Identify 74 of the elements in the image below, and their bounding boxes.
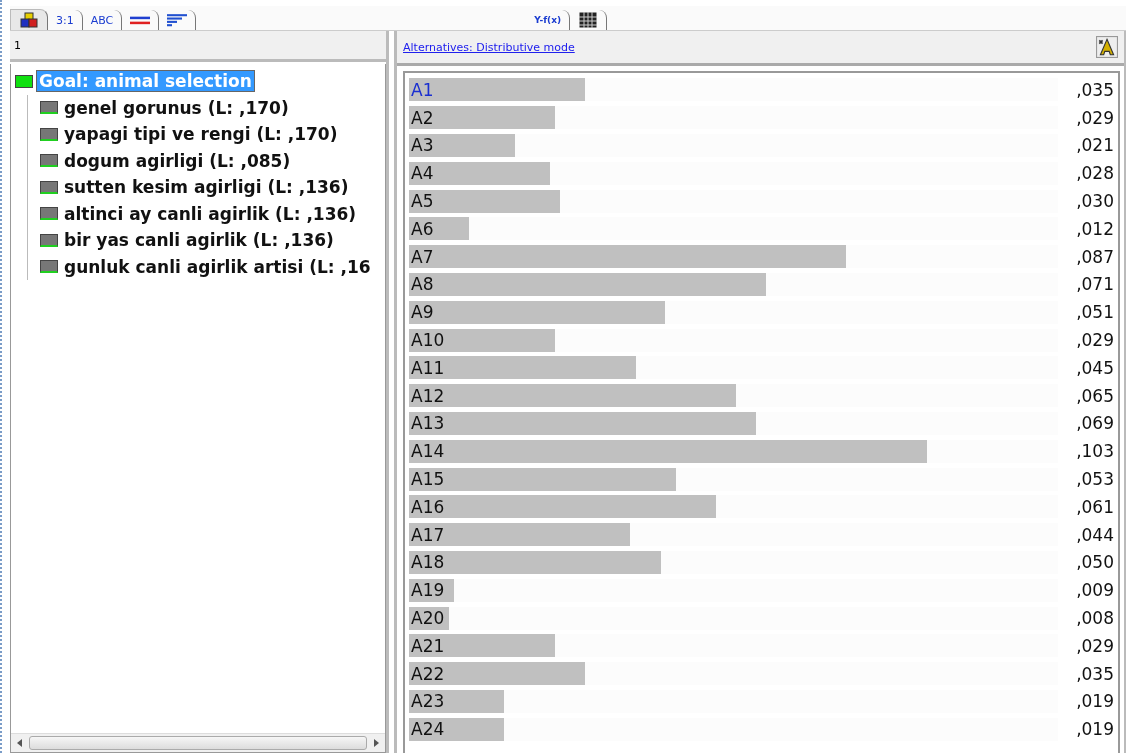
- node-icon: [40, 207, 58, 221]
- node-icon: [40, 101, 58, 115]
- alternative-label[interactable]: A19: [409, 580, 445, 601]
- alternative-label[interactable]: A17: [409, 524, 445, 545]
- alternative-label[interactable]: A2: [409, 107, 434, 128]
- alternative-value: ,012: [1075, 218, 1114, 239]
- mode-link[interactable]: Alternatives: Distributive mode: [403, 40, 575, 54]
- alternative-value: ,044: [1075, 524, 1114, 545]
- horizontal-scrollbar[interactable]: [11, 733, 385, 752]
- alternative-value: ,069: [1075, 413, 1114, 434]
- alternative-label[interactable]: A11: [409, 357, 445, 378]
- tree-node[interactable]: bir yas canli agirlik (L: ,136): [62, 230, 336, 251]
- node-icon: [40, 154, 58, 168]
- scroll-left-icon[interactable]: [17, 739, 23, 747]
- toolbar-icon[interactable]: [1096, 36, 1118, 58]
- alternative-label[interactable]: A7: [409, 246, 434, 267]
- tree-node[interactable]: altinci ay canli agirlik (L: ,136): [62, 203, 359, 224]
- alternative-label[interactable]: A12: [409, 385, 445, 406]
- alternative-label[interactable]: A23: [409, 691, 445, 712]
- table-icon: [578, 12, 599, 28]
- alternative-label[interactable]: A21: [409, 635, 445, 656]
- alternative-label[interactable]: A3: [409, 135, 434, 156]
- alternative-value: ,035: [1075, 663, 1114, 684]
- alternative-label[interactable]: A5: [409, 191, 434, 212]
- node-icon: [40, 233, 58, 247]
- tree-node[interactable]: genel gorunus (L: ,170): [62, 97, 291, 118]
- alternative-value: ,030: [1075, 191, 1114, 212]
- alternative-label[interactable]: A8: [409, 274, 434, 295]
- node-icon: [15, 74, 33, 88]
- alternative-label[interactable]: A6: [409, 218, 434, 239]
- alternative-value: ,008: [1075, 608, 1114, 629]
- tree-node[interactable]: gunluk canli agirlik artisi (L: ,16: [62, 256, 373, 277]
- alternative-label[interactable]: A16: [409, 496, 445, 517]
- node-icon: [40, 127, 58, 141]
- tree-node[interactable]: sutten kesim agirligi (L: ,136): [62, 177, 351, 198]
- alternative-label[interactable]: A20: [409, 608, 445, 629]
- alternative-label[interactable]: A4: [409, 163, 434, 184]
- alternative-value: ,051: [1075, 302, 1114, 323]
- alternative-value: ,050: [1075, 552, 1114, 573]
- alternative-label[interactable]: A22: [409, 663, 445, 684]
- scroll-right-icon[interactable]: [373, 739, 379, 747]
- alternative-label[interactable]: A13: [409, 413, 445, 434]
- scroll-thumb[interactable]: [29, 736, 367, 750]
- alternative-label[interactable]: A24: [409, 719, 445, 740]
- alternative-label[interactable]: A10: [409, 330, 445, 351]
- alternative-label[interactable]: A14: [409, 441, 445, 462]
- alternative-value: ,029: [1075, 330, 1114, 351]
- alternative-value: ,028: [1075, 163, 1114, 184]
- tab[interactable]: [10, 9, 48, 30]
- alternative-value: ,035: [1075, 79, 1114, 100]
- node-icon: [40, 180, 58, 194]
- alternative-label[interactable]: A15: [409, 469, 445, 490]
- alternative-value: ,065: [1075, 385, 1114, 406]
- alternative-value: ,029: [1075, 107, 1114, 128]
- alternative-label[interactable]: A18: [409, 552, 445, 573]
- node-icon: [40, 260, 58, 274]
- alternative-value: ,087: [1075, 246, 1114, 267]
- alternative-value: ,103: [1075, 441, 1114, 462]
- alternative-label[interactable]: A9: [409, 302, 434, 323]
- alternative-value: ,019: [1075, 691, 1114, 712]
- panel-header: 1: [14, 38, 21, 52]
- tree-node[interactable]: dogum agirligi (L: ,085): [62, 150, 293, 171]
- tree-node[interactable]: yapagi tipi ve rengi (L: ,170): [62, 124, 340, 145]
- cubes-icon: [19, 12, 39, 28]
- alternative-value: ,061: [1075, 496, 1114, 517]
- alternative-value: ,019: [1075, 719, 1114, 740]
- alternative-label[interactable]: A1: [409, 79, 434, 100]
- alternative-value: ,021: [1075, 135, 1114, 156]
- alternative-value: ,029: [1075, 635, 1114, 656]
- alternative-value: ,045: [1075, 357, 1114, 378]
- bars-icon: [167, 12, 188, 28]
- alternative-value: ,009: [1075, 580, 1114, 601]
- alternative-value: ,071: [1075, 274, 1114, 295]
- alternative-value: ,053: [1075, 469, 1114, 490]
